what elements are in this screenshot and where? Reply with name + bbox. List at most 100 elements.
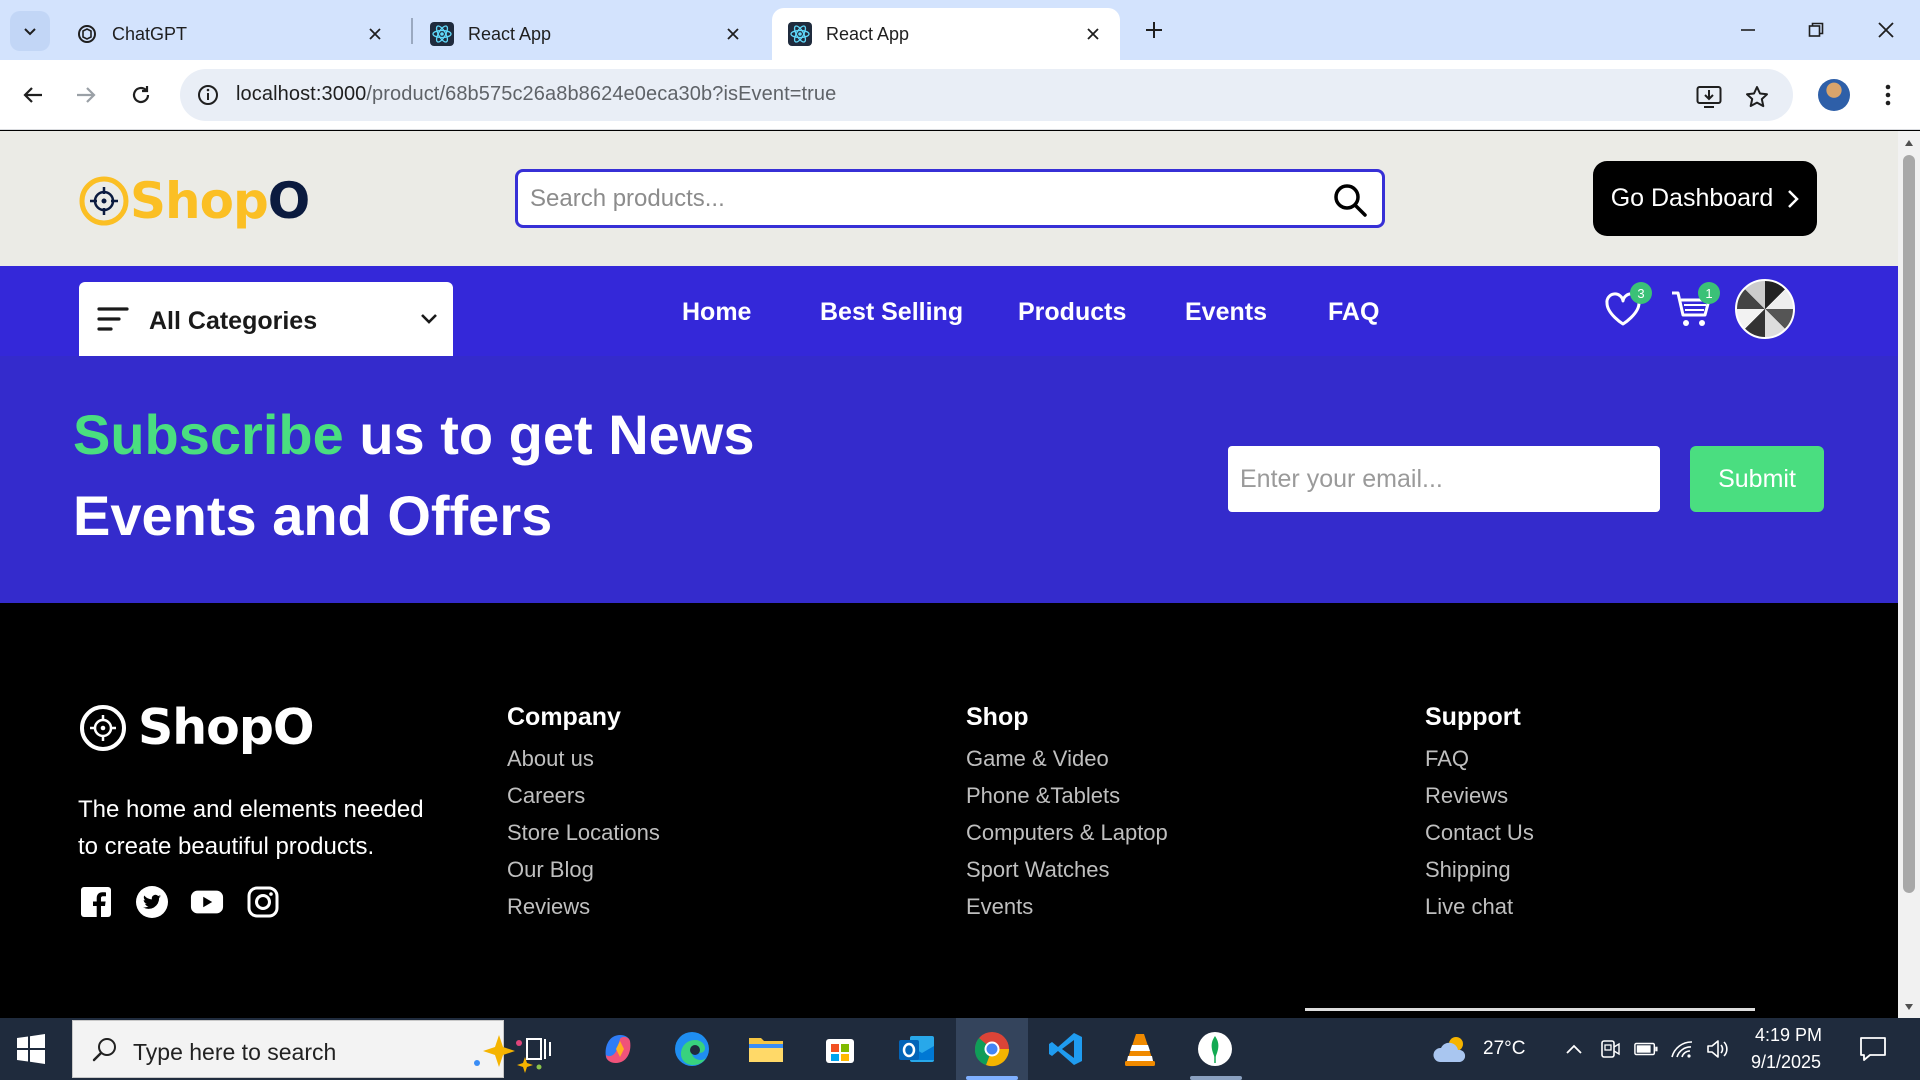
footer-column-support: Support FAQ Reviews Contact Us Shipping …: [1425, 703, 1534, 931]
chrome-active-indicator: [966, 1076, 1018, 1080]
site-footer: ShopO The home and elements needed to cr…: [0, 603, 1898, 1018]
submit-button[interactable]: Submit: [1690, 446, 1824, 512]
tab-react-app-active[interactable]: React App: [772, 8, 1120, 60]
tab-search-menu-button[interactable]: [10, 11, 50, 51]
footer-link[interactable]: FAQ: [1425, 746, 1534, 783]
footer-link[interactable]: Game & Video: [966, 746, 1168, 783]
react-icon: [430, 22, 454, 46]
vlc-icon[interactable]: [1118, 1027, 1162, 1071]
footer-column-title: Shop: [966, 703, 1029, 731]
logo-text: ShopO: [130, 172, 310, 230]
windows-start-icon[interactable]: [16, 1034, 46, 1064]
nav-link-events[interactable]: Events: [1185, 298, 1267, 327]
profile-avatar[interactable]: [1818, 79, 1850, 111]
footer-link[interactable]: Our Blog: [507, 857, 660, 894]
nav-link-best-selling[interactable]: Best Selling: [820, 298, 963, 327]
clock-date[interactable]: 9/1/2025: [1751, 1052, 1821, 1073]
battery-icon[interactable]: [1634, 1038, 1658, 1060]
browser-toolbar: localhost:3000/product/68b575c26a8b8624e…: [0, 60, 1920, 130]
mongodb-compass-icon[interactable]: [1193, 1027, 1237, 1071]
twitter-icon[interactable]: [135, 885, 169, 919]
new-tab-button[interactable]: [1138, 14, 1170, 46]
all-categories-label: All Categories: [149, 307, 318, 335]
wishlist-button[interactable]: 3: [1602, 282, 1652, 334]
user-avatar[interactable]: [1735, 279, 1795, 339]
footer-link[interactable]: Reviews: [1425, 783, 1534, 820]
facebook-icon[interactable]: [79, 885, 113, 919]
wifi-icon[interactable]: [1670, 1038, 1694, 1060]
file-explorer-icon[interactable]: [744, 1027, 788, 1071]
vscode-icon[interactable]: [1044, 1027, 1088, 1071]
footer-column-title: Support: [1425, 703, 1521, 731]
close-window-button[interactable]: [1864, 10, 1908, 50]
close-icon[interactable]: [722, 23, 744, 45]
meet-now-icon[interactable]: [1598, 1038, 1622, 1060]
search-input[interactable]: [530, 172, 1310, 225]
subscribe-heading: Subscribe us to get News Events and Offe…: [73, 394, 853, 556]
volume-icon[interactable]: [1706, 1038, 1730, 1060]
footer-link[interactable]: Careers: [507, 783, 660, 820]
footer-link[interactable]: Reviews: [507, 894, 660, 931]
nav-link-home[interactable]: Home: [682, 298, 751, 327]
microsoft-store-icon[interactable]: [818, 1027, 862, 1071]
chevron-up-icon[interactable]: [1562, 1038, 1586, 1060]
main-navbar: All Categories Home Best Selling Product…: [0, 266, 1898, 357]
footer-link[interactable]: Sport Watches: [966, 857, 1168, 894]
task-view-icon[interactable]: [518, 1027, 562, 1071]
nav-link-faq[interactable]: FAQ: [1328, 298, 1379, 327]
instagram-icon[interactable]: [246, 885, 280, 919]
reload-button[interactable]: [121, 75, 161, 115]
forward-button[interactable]: [66, 75, 106, 115]
footer-link[interactable]: Live chat: [1425, 894, 1534, 931]
go-dashboard-button[interactable]: Go Dashboard: [1593, 161, 1817, 236]
footer-divider: [1305, 1008, 1755, 1011]
footer-link[interactable]: Store Locations: [507, 820, 660, 857]
weather-cloud-icon[interactable]: [1432, 1034, 1472, 1064]
youtube-icon[interactable]: [190, 885, 224, 919]
scroll-down-arrow-icon[interactable]: [1903, 1001, 1915, 1013]
footer-link[interactable]: Events: [966, 894, 1168, 931]
minimize-icon: [1741, 29, 1755, 31]
site-logo[interactable]: ShopO: [78, 171, 310, 231]
scrollbar-thumb[interactable]: [1903, 155, 1915, 893]
email-input[interactable]: [1228, 446, 1660, 512]
clock-time[interactable]: 4:19 PM: [1755, 1025, 1822, 1046]
close-icon[interactable]: [364, 23, 386, 45]
notification-center-icon[interactable]: [1858, 1035, 1888, 1063]
install-app-button[interactable]: [1695, 83, 1723, 111]
weather-temperature[interactable]: 27°C: [1483, 1038, 1525, 1060]
react-icon: [788, 22, 812, 46]
back-button[interactable]: [13, 75, 53, 115]
footer-link[interactable]: Contact Us: [1425, 820, 1534, 857]
install-icon: [1696, 86, 1722, 108]
tab-react-app[interactable]: React App: [414, 8, 760, 60]
search-icon: [92, 1038, 116, 1062]
footer-link[interactable]: Phone &Tablets: [966, 783, 1168, 820]
restore-button[interactable]: [1794, 10, 1838, 50]
close-icon[interactable]: [1082, 23, 1104, 45]
footer-link[interactable]: Computers & Laptop: [966, 820, 1168, 857]
wishlist-count-badge: 3: [1630, 282, 1652, 304]
cart-button[interactable]: 1: [1670, 282, 1720, 334]
page-scrollbar[interactable]: [1898, 131, 1920, 1018]
footer-link[interactable]: About us: [507, 746, 660, 783]
search-icon[interactable]: [1332, 182, 1368, 218]
nav-link-products[interactable]: Products: [1018, 298, 1126, 327]
chrome-icon[interactable]: [970, 1027, 1014, 1071]
copilot-icon[interactable]: [596, 1027, 640, 1071]
footer-logo[interactable]: ShopO: [78, 699, 315, 756]
browser-menu-button[interactable]: [1872, 79, 1904, 111]
footer-link[interactable]: Shipping: [1425, 857, 1534, 894]
site-info-icon[interactable]: [196, 83, 220, 107]
tab-title: React App: [468, 23, 552, 44]
edge-icon[interactable]: [670, 1027, 714, 1071]
taskbar-search-box[interactable]: Type here to search: [72, 1020, 542, 1078]
outlook-icon[interactable]: [895, 1027, 939, 1071]
url-path: /product/68b575c26a8b8624e0eca30b?isEven…: [366, 83, 837, 105]
all-categories-dropdown[interactable]: All Categories: [79, 282, 453, 357]
minimize-button[interactable]: [1726, 10, 1770, 50]
address-bar[interactable]: localhost:3000/product/68b575c26a8b8624e…: [180, 69, 1793, 121]
scroll-up-arrow-icon[interactable]: [1903, 137, 1915, 149]
bookmark-button[interactable]: [1743, 83, 1771, 111]
tab-chatgpt[interactable]: ChatGPT: [60, 8, 402, 60]
